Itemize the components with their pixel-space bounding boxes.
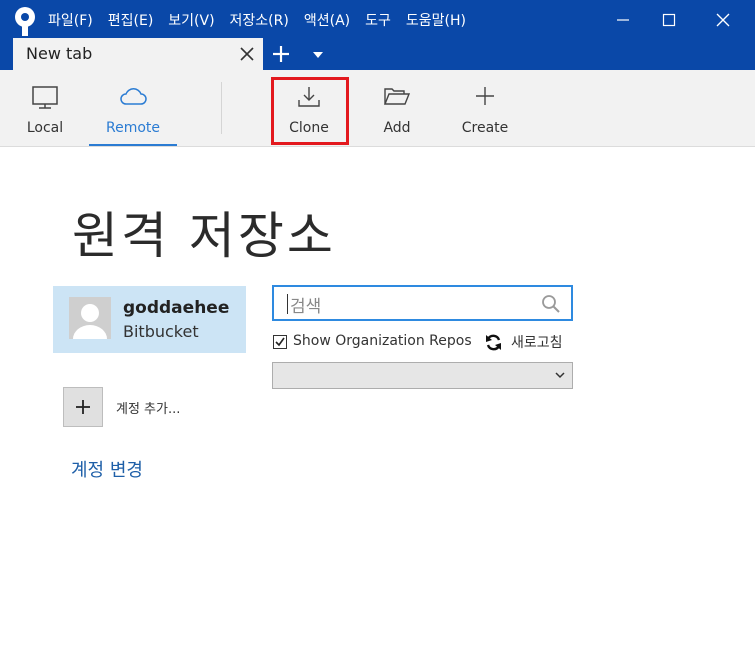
show-org-repos-label[interactable]: Show Organization Repos bbox=[293, 333, 472, 349]
add-account-label[interactable]: 계정 추가... bbox=[116, 398, 180, 417]
search-placeholder: 검색 bbox=[290, 297, 322, 317]
change-account-link[interactable]: 계정 변경 bbox=[71, 456, 143, 482]
sourcetree-logo-icon bbox=[15, 7, 35, 36]
text-caret bbox=[287, 294, 288, 314]
menu-file[interactable]: 파일(F) bbox=[48, 10, 93, 30]
remote-button[interactable]: Remote bbox=[89, 70, 177, 146]
close-window-button[interactable] bbox=[700, 0, 746, 40]
user-avatar-icon bbox=[73, 304, 107, 339]
refresh-icon[interactable] bbox=[485, 334, 502, 351]
menu-help[interactable]: 도움말(H) bbox=[406, 10, 466, 30]
menu-view[interactable]: 보기(V) bbox=[168, 10, 214, 30]
add-account-button[interactable] bbox=[63, 387, 103, 427]
minimize-button[interactable] bbox=[600, 0, 646, 40]
refresh-label[interactable]: 새로고침 bbox=[511, 332, 563, 352]
maximize-button[interactable] bbox=[646, 0, 692, 40]
local-label: Local bbox=[26, 120, 64, 136]
create-label: Create bbox=[461, 120, 509, 136]
menu-repository[interactable]: 저장소(R) bbox=[230, 10, 289, 30]
cloud-icon bbox=[120, 88, 147, 105]
menu-tools[interactable]: 도구 bbox=[365, 10, 391, 30]
tab-list-chevron-down-icon[interactable] bbox=[313, 52, 323, 58]
search-icon bbox=[542, 295, 560, 313]
page-title: 원격 저장소 bbox=[72, 207, 336, 265]
minimize-icon bbox=[617, 19, 629, 21]
maximize-icon bbox=[662, 13, 676, 27]
tab-new-tab[interactable]: New tab bbox=[13, 38, 263, 70]
clone-highlight-box bbox=[271, 77, 349, 145]
new-tab-plus-icon[interactable] bbox=[272, 45, 290, 63]
folder-open-icon bbox=[384, 88, 410, 105]
toolbar-divider bbox=[221, 82, 222, 134]
toolbar: Local Remote Clone Add Create bbox=[0, 70, 755, 147]
remote-label: Remote bbox=[105, 120, 161, 136]
checkmark-icon bbox=[275, 337, 285, 347]
account-username: goddaehee bbox=[123, 298, 230, 318]
tab-title: New tab bbox=[26, 44, 93, 63]
add-label: Add bbox=[383, 120, 411, 136]
add-button[interactable]: Add bbox=[367, 70, 427, 146]
search-input[interactable]: 검색 bbox=[272, 285, 573, 321]
account-card[interactable]: goddaehee Bitbucket bbox=[53, 286, 246, 353]
account-service: Bitbucket bbox=[123, 322, 199, 341]
repo-filter-select[interactable] bbox=[272, 362, 573, 389]
local-button[interactable]: Local bbox=[18, 70, 72, 146]
menu-edit[interactable]: 편집(E) bbox=[108, 10, 154, 30]
monitor-icon bbox=[32, 86, 58, 109]
title-bar: 파일(F) 편집(E) 보기(V) 저장소(R) 액션(A) 도구 도움말(H)… bbox=[0, 0, 755, 70]
chevron-down-icon bbox=[555, 372, 565, 379]
create-button[interactable]: Create bbox=[450, 70, 520, 146]
menu-bar: 파일(F) 편집(E) 보기(V) 저장소(R) 액션(A) 도구 도움말(H) bbox=[48, 0, 481, 40]
avatar bbox=[69, 297, 111, 339]
show-org-repos-checkbox[interactable] bbox=[273, 335, 287, 349]
tab-close-icon[interactable] bbox=[240, 47, 254, 61]
plus-icon bbox=[476, 87, 494, 105]
menu-actions[interactable]: 액션(A) bbox=[304, 10, 350, 30]
close-icon bbox=[716, 13, 730, 27]
plus-icon bbox=[76, 400, 90, 414]
